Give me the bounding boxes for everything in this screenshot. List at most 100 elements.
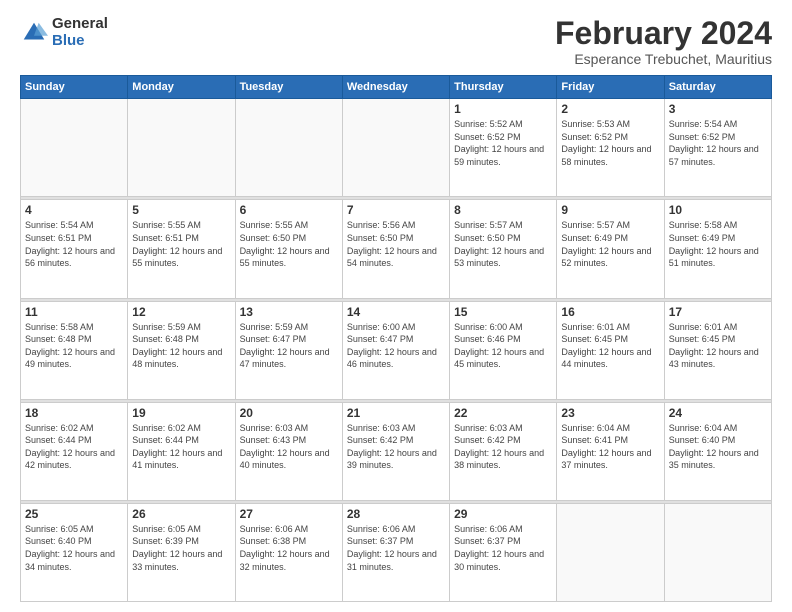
day-info: Sunrise: 6:03 AM Sunset: 6:42 PM Dayligh… bbox=[454, 422, 552, 472]
day-number: 29 bbox=[454, 507, 552, 521]
day-number: 4 bbox=[25, 203, 123, 217]
day-number: 20 bbox=[240, 406, 338, 420]
logo: General Blue bbox=[20, 16, 108, 49]
header: General Blue February 2024 Esperance Tre… bbox=[20, 16, 772, 67]
table-row: 20 Sunrise: 6:03 AM Sunset: 6:43 PM Dayli… bbox=[235, 402, 342, 500]
day-info: Sunrise: 6:04 AM Sunset: 6:40 PM Dayligh… bbox=[669, 422, 767, 472]
header-thursday: Thursday bbox=[450, 76, 557, 99]
calendar-week-row: 11 Sunrise: 5:58 AM Sunset: 6:48 PM Dayli… bbox=[21, 301, 772, 399]
day-number: 22 bbox=[454, 406, 552, 420]
calendar-table: Sunday Monday Tuesday Wednesday Thursday… bbox=[20, 75, 772, 602]
table-row: 19 Sunrise: 6:02 AM Sunset: 6:44 PM Dayli… bbox=[128, 402, 235, 500]
table-row: 18 Sunrise: 6:02 AM Sunset: 6:44 PM Dayli… bbox=[21, 402, 128, 500]
header-monday: Monday bbox=[128, 76, 235, 99]
calendar-week-row: 4 Sunrise: 5:54 AM Sunset: 6:51 PM Daylig… bbox=[21, 200, 772, 298]
table-row bbox=[21, 99, 128, 197]
table-row bbox=[342, 99, 449, 197]
table-row: 12Sunrise: 5:59 AM Sunset: 6:48 PM Dayli… bbox=[128, 301, 235, 399]
table-row: 13Sunrise: 5:59 AM Sunset: 6:47 PM Dayli… bbox=[235, 301, 342, 399]
day-number: 6 bbox=[240, 203, 338, 217]
calendar-week-row: 25 Sunrise: 6:05 AM Sunset: 6:40 PM Dayli… bbox=[21, 503, 772, 601]
table-row: 17Sunrise: 6:01 AM Sunset: 6:45 PM Dayli… bbox=[664, 301, 771, 399]
header-friday: Friday bbox=[557, 76, 664, 99]
day-info: Sunrise: 5:54 AM Sunset: 6:52 PM Dayligh… bbox=[669, 118, 767, 168]
table-row: 29Sunrise: 6:06 AM Sunset: 6:37 PM Dayli… bbox=[450, 503, 557, 601]
table-row: 11 Sunrise: 5:58 AM Sunset: 6:48 PM Dayli… bbox=[21, 301, 128, 399]
table-row: 3 Sunrise: 5:54 AM Sunset: 6:52 PM Daylig… bbox=[664, 99, 771, 197]
day-number: 8 bbox=[454, 203, 552, 217]
day-info: Sunrise: 5:52 AM Sunset: 6:52 PM Dayligh… bbox=[454, 118, 552, 168]
day-info: Sunrise: 5:57 AM Sunset: 6:50 PM Dayligh… bbox=[454, 219, 552, 269]
location-title: Esperance Trebuchet, Mauritius bbox=[555, 51, 772, 67]
calendar-header-row: Sunday Monday Tuesday Wednesday Thursday… bbox=[21, 76, 772, 99]
day-number: 2 bbox=[561, 102, 659, 116]
table-row: 21 Sunrise: 6:03 AM Sunset: 6:42 PM Dayli… bbox=[342, 402, 449, 500]
table-row: 4 Sunrise: 5:54 AM Sunset: 6:51 PM Daylig… bbox=[21, 200, 128, 298]
day-number: 12 bbox=[132, 305, 230, 319]
day-number: 14 bbox=[347, 305, 445, 319]
day-info: Sunrise: 6:02 AM Sunset: 6:44 PM Dayligh… bbox=[25, 422, 123, 472]
table-row: 2 Sunrise: 5:53 AM Sunset: 6:52 PM Daylig… bbox=[557, 99, 664, 197]
day-number: 10 bbox=[669, 203, 767, 217]
day-info: Sunrise: 6:00 AM Sunset: 6:47 PM Dayligh… bbox=[347, 321, 445, 371]
table-row: 24 Sunrise: 6:04 AM Sunset: 6:40 PM Dayli… bbox=[664, 402, 771, 500]
day-info: Sunrise: 6:05 AM Sunset: 6:40 PM Dayligh… bbox=[25, 523, 123, 573]
calendar-week-row: 18 Sunrise: 6:02 AM Sunset: 6:44 PM Dayli… bbox=[21, 402, 772, 500]
day-number: 23 bbox=[561, 406, 659, 420]
day-info: Sunrise: 6:06 AM Sunset: 6:37 PM Dayligh… bbox=[347, 523, 445, 573]
day-info: Sunrise: 5:56 AM Sunset: 6:50 PM Dayligh… bbox=[347, 219, 445, 269]
day-info: Sunrise: 5:55 AM Sunset: 6:50 PM Dayligh… bbox=[240, 219, 338, 269]
header-sunday: Sunday bbox=[21, 76, 128, 99]
day-number: 11 bbox=[25, 305, 123, 319]
day-number: 26 bbox=[132, 507, 230, 521]
day-info: Sunrise: 5:54 AM Sunset: 6:51 PM Dayligh… bbox=[25, 219, 123, 269]
table-row: 1 Sunrise: 5:52 AM Sunset: 6:52 PM Daylig… bbox=[450, 99, 557, 197]
day-number: 3 bbox=[669, 102, 767, 116]
day-info: Sunrise: 5:59 AM Sunset: 6:47 PM Dayligh… bbox=[240, 321, 338, 371]
table-row: 28 Sunrise: 6:06 AM Sunset: 6:37 PM Dayli… bbox=[342, 503, 449, 601]
day-number: 9 bbox=[561, 203, 659, 217]
day-info: Sunrise: 6:03 AM Sunset: 6:43 PM Dayligh… bbox=[240, 422, 338, 472]
table-row: 27 Sunrise: 6:06 AM Sunset: 6:38 PM Dayli… bbox=[235, 503, 342, 601]
day-info: Sunrise: 6:02 AM Sunset: 6:44 PM Dayligh… bbox=[132, 422, 230, 472]
table-row: 26Sunrise: 6:05 AM Sunset: 6:39 PM Dayli… bbox=[128, 503, 235, 601]
day-info: Sunrise: 5:53 AM Sunset: 6:52 PM Dayligh… bbox=[561, 118, 659, 168]
table-row: 8 Sunrise: 5:57 AM Sunset: 6:50 PM Daylig… bbox=[450, 200, 557, 298]
header-wednesday: Wednesday bbox=[342, 76, 449, 99]
table-row: 16Sunrise: 6:01 AM Sunset: 6:45 PM Dayli… bbox=[557, 301, 664, 399]
table-row: 25 Sunrise: 6:05 AM Sunset: 6:40 PM Dayli… bbox=[21, 503, 128, 601]
day-number: 19 bbox=[132, 406, 230, 420]
table-row: 22 Sunrise: 6:03 AM Sunset: 6:42 PM Dayli… bbox=[450, 402, 557, 500]
day-info: Sunrise: 6:04 AM Sunset: 6:41 PM Dayligh… bbox=[561, 422, 659, 472]
table-row: 10 Sunrise: 5:58 AM Sunset: 6:49 PM Dayli… bbox=[664, 200, 771, 298]
day-info: Sunrise: 6:03 AM Sunset: 6:42 PM Dayligh… bbox=[347, 422, 445, 472]
day-number: 24 bbox=[669, 406, 767, 420]
day-info: Sunrise: 5:58 AM Sunset: 6:49 PM Dayligh… bbox=[669, 219, 767, 269]
table-row: 9 Sunrise: 5:57 AM Sunset: 6:49 PM Daylig… bbox=[557, 200, 664, 298]
day-number: 28 bbox=[347, 507, 445, 521]
day-info: Sunrise: 5:57 AM Sunset: 6:49 PM Dayligh… bbox=[561, 219, 659, 269]
table-row: 14 Sunrise: 6:00 AM Sunset: 6:47 PM Dayli… bbox=[342, 301, 449, 399]
day-number: 27 bbox=[240, 507, 338, 521]
table-row: 23 Sunrise: 6:04 AM Sunset: 6:41 PM Dayli… bbox=[557, 402, 664, 500]
month-title: February 2024 bbox=[555, 16, 772, 51]
day-number: 1 bbox=[454, 102, 552, 116]
table-row: 5Sunrise: 5:55 AM Sunset: 6:51 PM Daylig… bbox=[128, 200, 235, 298]
logo-icon bbox=[20, 19, 48, 47]
table-row bbox=[664, 503, 771, 601]
day-number: 18 bbox=[25, 406, 123, 420]
logo-text: General Blue bbox=[52, 16, 108, 49]
day-number: 25 bbox=[25, 507, 123, 521]
day-number: 5 bbox=[132, 203, 230, 217]
title-section: February 2024 Esperance Trebuchet, Mauri… bbox=[555, 16, 772, 67]
day-number: 21 bbox=[347, 406, 445, 420]
table-row bbox=[128, 99, 235, 197]
logo-blue-text: Blue bbox=[52, 33, 108, 50]
table-row bbox=[557, 503, 664, 601]
day-number: 15 bbox=[454, 305, 552, 319]
page: General Blue February 2024 Esperance Tre… bbox=[0, 0, 792, 612]
day-info: Sunrise: 6:06 AM Sunset: 6:38 PM Dayligh… bbox=[240, 523, 338, 573]
table-row: 6 Sunrise: 5:55 AM Sunset: 6:50 PM Daylig… bbox=[235, 200, 342, 298]
day-info: Sunrise: 5:58 AM Sunset: 6:48 PM Dayligh… bbox=[25, 321, 123, 371]
day-number: 17 bbox=[669, 305, 767, 319]
